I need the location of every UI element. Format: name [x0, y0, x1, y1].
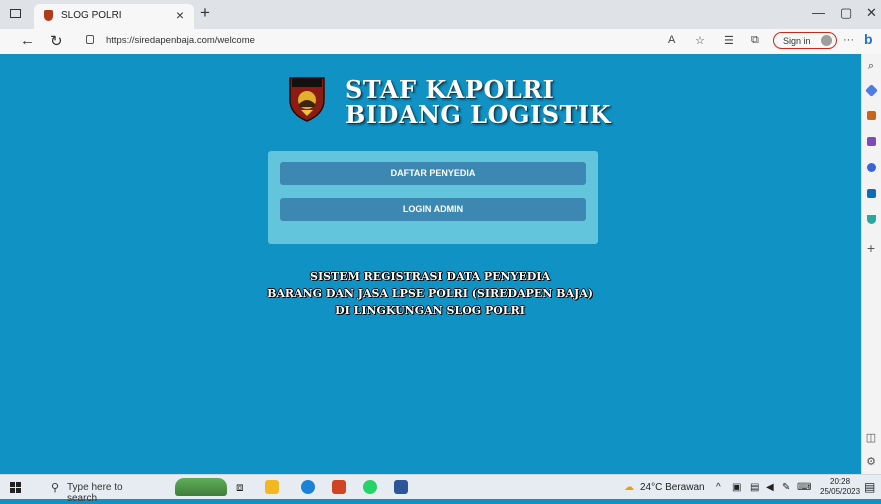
- powerpoint-icon[interactable]: [332, 480, 346, 494]
- edge-taskbar-icon[interactable]: [301, 480, 315, 494]
- keyboard-icon[interactable]: ⌨: [797, 482, 811, 493]
- caption-line-2: BARANG DAN JASA LPSE POLRI (SIREDAPEN BA…: [267, 287, 593, 300]
- login-admin-button[interactable]: LOGIN ADMIN: [280, 198, 586, 221]
- search-highlight-image[interactable]: [175, 478, 227, 496]
- tab-title: SLOG POLRI: [61, 10, 122, 21]
- network-icon[interactable]: ▣: [732, 482, 741, 493]
- bing-icon[interactable]: b: [864, 31, 873, 47]
- word-icon[interactable]: [394, 480, 408, 494]
- windows-start-icon[interactable]: [10, 482, 21, 493]
- read-aloud-icon[interactable]: A: [668, 34, 675, 46]
- windows-taskbar: ⚲ Type here to search ⧈ ☁ 24°C Berawan ^…: [0, 474, 881, 504]
- more-menu-button[interactable]: ···: [843, 34, 854, 46]
- clock-date: 25/05/2023: [820, 487, 861, 496]
- favorites-list-icon[interactable]: ☰: [724, 34, 734, 47]
- minimize-button[interactable]: —: [812, 5, 825, 20]
- tab-close-icon[interactable]: ×: [176, 7, 184, 23]
- clock-time: 20:28: [830, 477, 851, 486]
- office-icon[interactable]: [865, 162, 877, 174]
- favorite-star-icon[interactable]: ☆: [695, 34, 705, 47]
- back-button[interactable]: ←: [20, 32, 35, 49]
- close-window-button[interactable]: ✕: [866, 5, 877, 21]
- polri-logistik-emblem: [289, 77, 325, 122]
- new-tab-button[interactable]: +: [200, 3, 210, 23]
- menu-panel: DAFTAR PENYEDIA LOGIN ADMIN: [268, 151, 598, 244]
- lock-icon[interactable]: [86, 35, 94, 44]
- system-clock[interactable]: 20:28 25/05/2023: [820, 477, 860, 497]
- sign-in-button[interactable]: Sign in: [773, 32, 837, 49]
- tab-bar: SLOG POLRI × + — ▢ ✕: [0, 0, 881, 29]
- shopping-tag-icon[interactable]: [864, 84, 878, 97]
- whatsapp-icon[interactable]: [363, 480, 377, 494]
- tray-chevron-icon[interactable]: ^: [716, 482, 721, 493]
- outlook-icon[interactable]: [865, 188, 877, 200]
- weather-cloud-icon[interactable]: ☁: [624, 482, 634, 493]
- edge-sidebar: ⌕ + ◫ ⚙: [861, 54, 881, 474]
- taskbar-search-placeholder: Type here to search: [67, 482, 123, 504]
- title-line-1: STAF KAPOLRI: [345, 75, 555, 104]
- notification-icon[interactable]: ▤: [864, 480, 875, 494]
- games-icon[interactable]: [865, 136, 877, 148]
- page-title: STAF KAPOLRI BIDANG LOGISTIK: [345, 77, 611, 127]
- taskbar-search-box[interactable]: ⚲ Type here to search: [35, 475, 153, 504]
- sidebar-settings-icon[interactable]: ⚙: [865, 456, 877, 468]
- task-view-icon[interactable]: ⧈: [236, 480, 244, 495]
- caption-line-1: SISTEM REGISTRASI DATA PENYEDIA: [310, 270, 550, 283]
- drop-icon[interactable]: [865, 214, 877, 226]
- profile-avatar-icon: [821, 35, 832, 46]
- tab-slog-polri[interactable]: SLOG POLRI ×: [34, 4, 194, 29]
- system-description: SISTEM REGISTRASI DATA PENYEDIA BARANG D…: [230, 268, 630, 319]
- caption-line-3: DI LINGKUNGAN SLOG POLRI: [335, 304, 525, 317]
- weather-text[interactable]: 24°C Berawan: [640, 482, 705, 493]
- pen-icon[interactable]: ✎: [782, 482, 790, 493]
- meet-icon[interactable]: ▤: [750, 482, 759, 493]
- restore-button[interactable]: ▢: [840, 5, 852, 21]
- tab-actions-icon[interactable]: [10, 9, 21, 18]
- daftar-penyedia-button[interactable]: DAFTAR PENYEDIA: [280, 162, 586, 185]
- file-explorer-icon[interactable]: [265, 480, 279, 494]
- search-icon[interactable]: ⌕: [865, 60, 877, 72]
- sign-in-label: Sign in: [783, 36, 811, 46]
- refresh-button[interactable]: ↻: [50, 32, 63, 50]
- volume-icon[interactable]: ◀: [766, 482, 774, 493]
- hide-sidebar-icon[interactable]: ◫: [865, 432, 877, 444]
- tools-briefcase-icon[interactable]: [865, 110, 877, 122]
- title-line-2: BIDANG LOGISTIK: [345, 100, 612, 129]
- collections-icon[interactable]: ⧉: [751, 34, 759, 47]
- add-sidebar-app-icon[interactable]: +: [865, 241, 877, 255]
- page-content: STAF KAPOLRI BIDANG LOGISTIK DAFTAR PENY…: [0, 54, 861, 474]
- address-toolbar: ← ↻ https://siredapenbaja.com/welcome A …: [0, 29, 881, 55]
- search-magnifier-icon: ⚲: [51, 482, 60, 494]
- police-favicon-icon: [44, 10, 53, 21]
- url-text: https://siredapenbaja.com/welcome: [106, 35, 255, 46]
